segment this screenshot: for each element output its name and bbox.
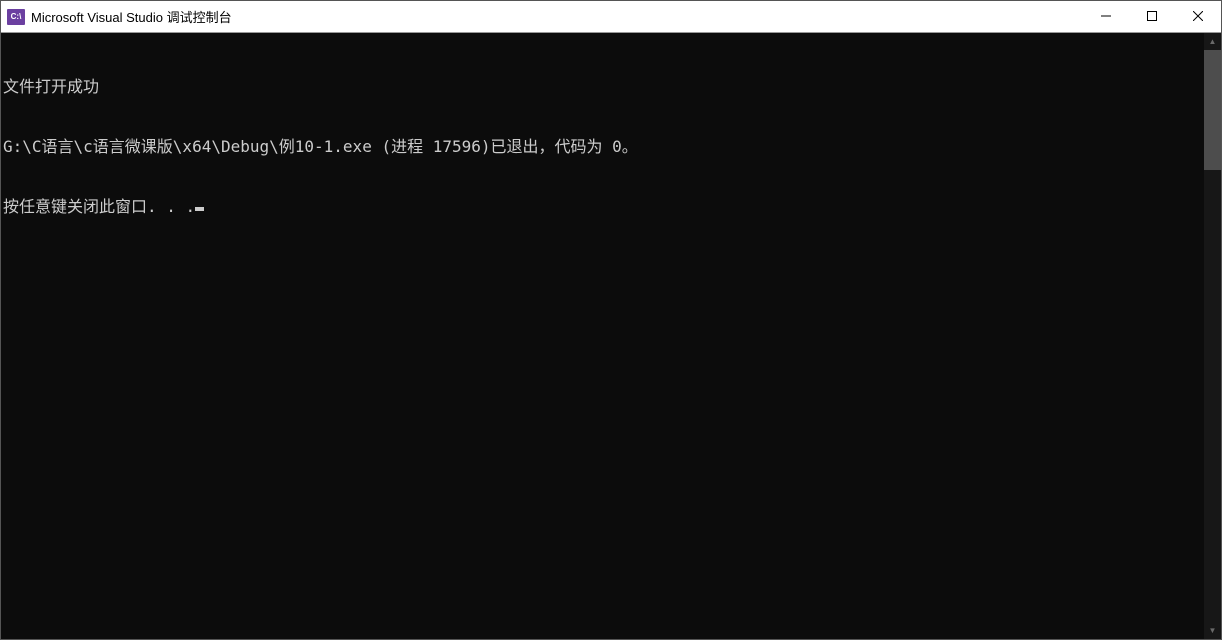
- maximize-button[interactable]: [1129, 1, 1175, 32]
- console-area: 文件打开成功 G:\C语言\c语言微课版\x64\Debug\例10-1.exe…: [1, 33, 1221, 639]
- console-window: C:\ Microsoft Visual Studio 调试控制台 文件打开成功: [0, 0, 1222, 640]
- close-icon: [1193, 9, 1203, 24]
- minimize-button[interactable]: [1083, 1, 1129, 32]
- app-icon: C:\: [7, 9, 25, 25]
- scroll-down-button[interactable]: ▼: [1204, 622, 1221, 639]
- console-line: 文件打开成功: [3, 77, 1202, 97]
- titlebar[interactable]: C:\ Microsoft Visual Studio 调试控制台: [1, 1, 1221, 33]
- chevron-up-icon: ▲: [1209, 37, 1217, 46]
- chevron-down-icon: ▼: [1209, 626, 1217, 635]
- console-line: 按任意键关闭此窗口. . .: [3, 197, 1202, 217]
- scroll-thumb[interactable]: [1204, 50, 1221, 170]
- scroll-track[interactable]: [1204, 50, 1221, 622]
- window-controls: [1083, 1, 1221, 32]
- console-output[interactable]: 文件打开成功 G:\C语言\c语言微课版\x64\Debug\例10-1.exe…: [1, 33, 1204, 639]
- maximize-icon: [1147, 9, 1157, 24]
- console-line: G:\C语言\c语言微课版\x64\Debug\例10-1.exe (进程 17…: [3, 137, 1202, 157]
- window-title: Microsoft Visual Studio 调试控制台: [31, 7, 1083, 26]
- cursor: [195, 207, 204, 211]
- console-line-text: 按任意键关闭此窗口. . .: [3, 197, 195, 216]
- scroll-up-button[interactable]: ▲: [1204, 33, 1221, 50]
- close-button[interactable]: [1175, 1, 1221, 32]
- minimize-icon: [1101, 9, 1111, 24]
- vertical-scrollbar[interactable]: ▲ ▼: [1204, 33, 1221, 639]
